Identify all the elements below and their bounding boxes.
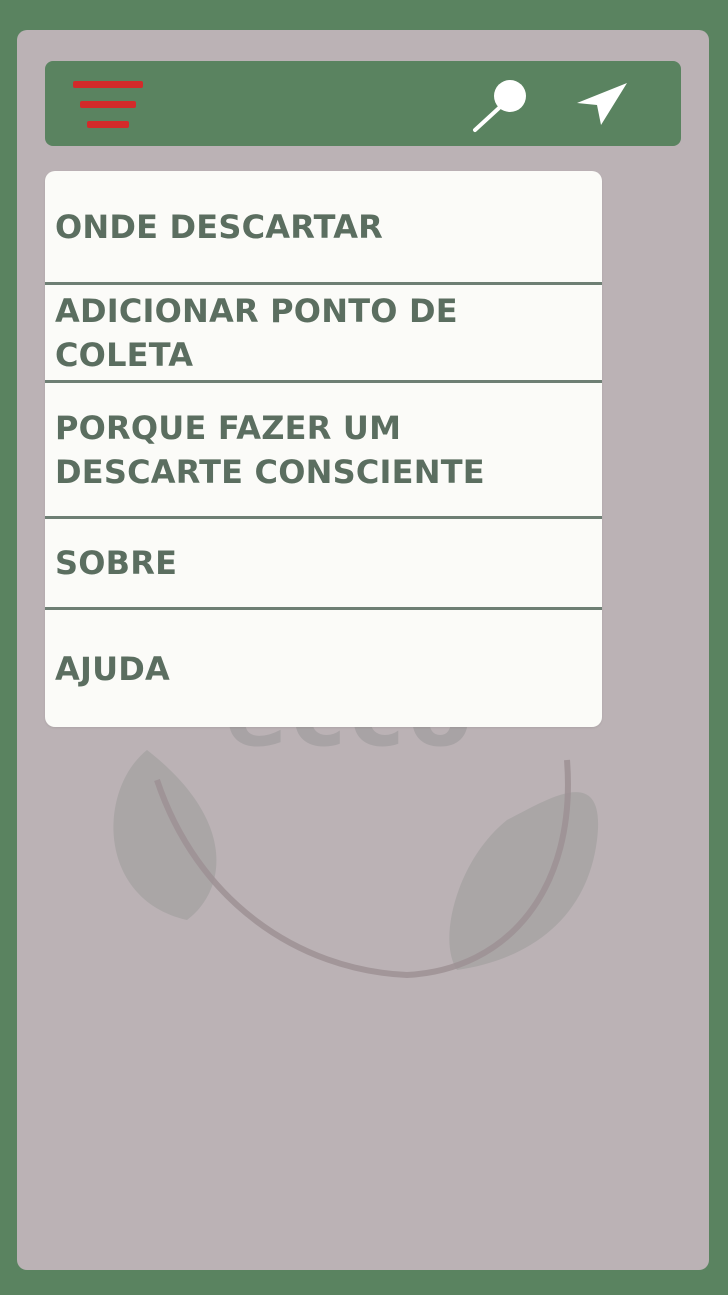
search-icon	[473, 80, 526, 132]
menu-item-adicionar-ponto[interactable]: ADICIONAR PONTO DE COLETA	[45, 285, 602, 380]
app-screen: ecco ONDE DESCARTAR ADICIONAR PONTO DE	[17, 30, 709, 1270]
hamburger-menu-button[interactable]	[73, 81, 143, 129]
top-toolbar	[45, 61, 681, 146]
menu-item-onde-descartar[interactable]: ONDE DESCARTAR	[45, 171, 602, 282]
navigation-button[interactable]	[573, 79, 629, 129]
menu-item-ajuda[interactable]: AJUDA	[45, 610, 602, 727]
navigation-arrow-icon	[577, 83, 627, 125]
navigation-menu: ONDE DESCARTAR ADICIONAR PONTO DE COLETA…	[45, 171, 602, 727]
menu-item-sobre[interactable]: SOBRE	[45, 519, 602, 607]
menu-item-porque-descarte[interactable]: PORQUE FAZER UM DESCARTE CONSCIENTE	[45, 383, 602, 516]
search-button[interactable]	[469, 75, 533, 133]
